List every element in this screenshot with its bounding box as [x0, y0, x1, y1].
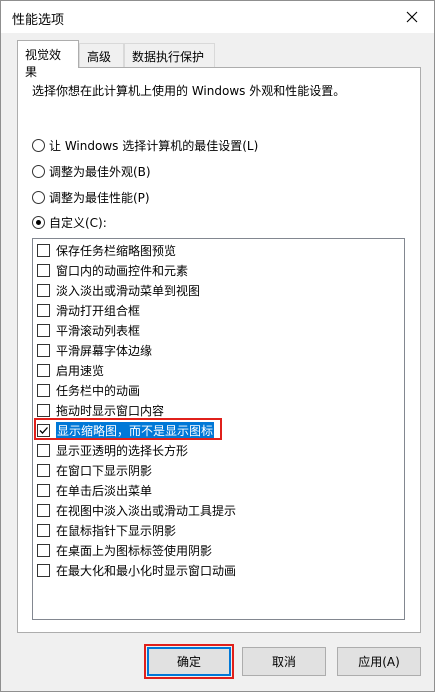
list-item-label: 平滑屏幕字体边缘: [56, 343, 153, 358]
radio-label: 让 Windows 选择计算机的最佳设置(L): [49, 138, 259, 153]
checkbox[interactable]: [37, 343, 50, 357]
radio-button[interactable]: [32, 138, 45, 152]
list-item-label: 启用速览: [56, 363, 105, 378]
radio-label: 调整为最佳性能(P): [49, 190, 150, 205]
list-item-label: 任务栏中的动画: [56, 383, 141, 398]
tab-advanced[interactable]: 高级: [79, 43, 124, 67]
checkbox[interactable]: [37, 383, 50, 397]
list-item-label: 平滑滚动列表框: [56, 323, 141, 338]
checkbox[interactable]: [37, 443, 50, 457]
checkbox[interactable]: [37, 563, 50, 577]
list-item[interactable]: 滑动打开组合框: [37, 301, 397, 319]
checkbox[interactable]: [37, 523, 50, 537]
checkbox[interactable]: [37, 423, 50, 437]
radio-label: 自定义(C):: [49, 215, 107, 230]
list-item-label: 淡入淡出或滑动菜单到视图: [56, 283, 201, 298]
list-item-label: 在窗口下显示阴影: [56, 463, 153, 478]
checkbox[interactable]: [37, 303, 50, 317]
title-bar: 性能选项: [1, 1, 434, 33]
tab-visual-effects[interactable]: 视觉效果: [17, 40, 79, 79]
radio-custom[interactable]: 自定义(C):: [32, 213, 107, 231]
list-item[interactable]: 保存任务栏缩略图预览: [37, 241, 397, 259]
tab-data-execution-prevention[interactable]: 数据执行保护: [124, 43, 215, 67]
list-item-label: 显示缩略图，而不是显示图标: [56, 421, 215, 439]
list-item[interactable]: 在视图中淡入淡出或滑动工具提示: [37, 501, 397, 519]
list-item[interactable]: 淡入淡出或滑动菜单到视图: [37, 281, 397, 299]
list-item-label: 滑动打开组合框: [56, 303, 141, 318]
list-item-label: 在桌面上为图标标签使用阴影: [56, 543, 213, 558]
list-item[interactable]: 在鼠标指针下显示阴影: [37, 521, 397, 539]
checkbox[interactable]: [37, 363, 50, 377]
performance-options-dialog: 性能选项 视觉效果 高级 数据执行保护 选择你想在此计算机上使用的 Window…: [0, 0, 435, 692]
checkbox[interactable]: [37, 403, 50, 417]
tab-label: 数据执行保护: [132, 50, 205, 64]
list-item[interactable]: 拖动时显示窗口内容: [37, 401, 397, 419]
tab-label: 高级: [87, 50, 112, 64]
list-item-label: 在视图中淡入淡出或滑动工具提示: [56, 503, 237, 518]
ok-button-label: 确定: [176, 655, 201, 669]
checkbox[interactable]: [37, 283, 50, 297]
list-item-label: 窗口内的动画控件和元素: [56, 263, 189, 278]
radio-best-appearance[interactable]: 调整为最佳外观(B): [32, 162, 151, 180]
panel-description: 选择你想在此计算机上使用的 Windows 外观和性能设置。: [32, 84, 346, 98]
radio-let-windows-choose[interactable]: 让 Windows 选择计算机的最佳设置(L): [32, 136, 258, 154]
list-item[interactable]: 显示亚透明的选择长方形: [37, 441, 397, 459]
list-item[interactable]: 在桌面上为图标标签使用阴影: [37, 541, 397, 559]
radio-button[interactable]: [32, 190, 45, 204]
close-icon: [406, 11, 418, 22]
visual-effects-list[interactable]: 保存任务栏缩略图预览 窗口内的动画控件和元素 淡入淡出或滑动菜单到视图 滑动打开组合框…: [32, 238, 405, 620]
checkmark-icon: [39, 426, 48, 434]
checkbox[interactable]: [37, 463, 50, 477]
list-item[interactable]: 在窗口下显示阴影: [37, 461, 397, 479]
list-item-label: 保存任务栏缩略图预览: [56, 243, 177, 258]
cancel-button-label: 取消: [271, 655, 296, 669]
cancel-button[interactable]: 取消: [242, 647, 326, 676]
checkbox[interactable]: [37, 263, 50, 277]
list-item[interactable]: 显示缩略图，而不是显示图标: [34, 418, 397, 440]
radio-button[interactable]: [32, 164, 45, 178]
list-item-label: 显示亚透明的选择长方形: [56, 443, 189, 458]
list-item-label: 在最大化和最小化时显示窗口动画: [56, 563, 237, 578]
list-item[interactable]: 窗口内的动画控件和元素: [37, 261, 397, 279]
checkbox[interactable]: [37, 503, 50, 517]
checkbox[interactable]: [37, 243, 50, 257]
ok-button[interactable]: 确定: [147, 647, 231, 676]
checkbox[interactable]: [37, 483, 50, 497]
window-title: 性能选项: [12, 13, 65, 28]
apply-button-label: 应用(A): [358, 655, 400, 669]
apply-button[interactable]: 应用(A): [337, 647, 421, 676]
radio-label: 调整为最佳外观(B): [49, 164, 151, 179]
checkbox[interactable]: [37, 323, 50, 337]
list-item-label: 在鼠标指针下显示阴影: [56, 523, 177, 538]
list-item[interactable]: 启用速览: [37, 361, 397, 379]
visual-effects-panel: 选择你想在此计算机上使用的 Windows 外观和性能设置。 让 Windows…: [17, 67, 421, 633]
list-item[interactable]: 在最大化和最小化时显示窗口动画: [37, 561, 397, 579]
radio-button[interactable]: [32, 215, 45, 229]
radio-best-performance[interactable]: 调整为最佳性能(P): [32, 188, 150, 206]
list-item[interactable]: 平滑滚动列表框: [37, 321, 397, 339]
list-item[interactable]: 任务栏中的动画: [37, 381, 397, 399]
list-item-label: 在单击后淡出菜单: [56, 483, 153, 498]
close-button[interactable]: [390, 1, 434, 32]
list-item-label: 拖动时显示窗口内容: [56, 403, 165, 418]
checkbox[interactable]: [37, 543, 50, 557]
list-item[interactable]: 平滑屏幕字体边缘: [37, 341, 397, 359]
list-item[interactable]: 在单击后淡出菜单: [37, 481, 397, 499]
